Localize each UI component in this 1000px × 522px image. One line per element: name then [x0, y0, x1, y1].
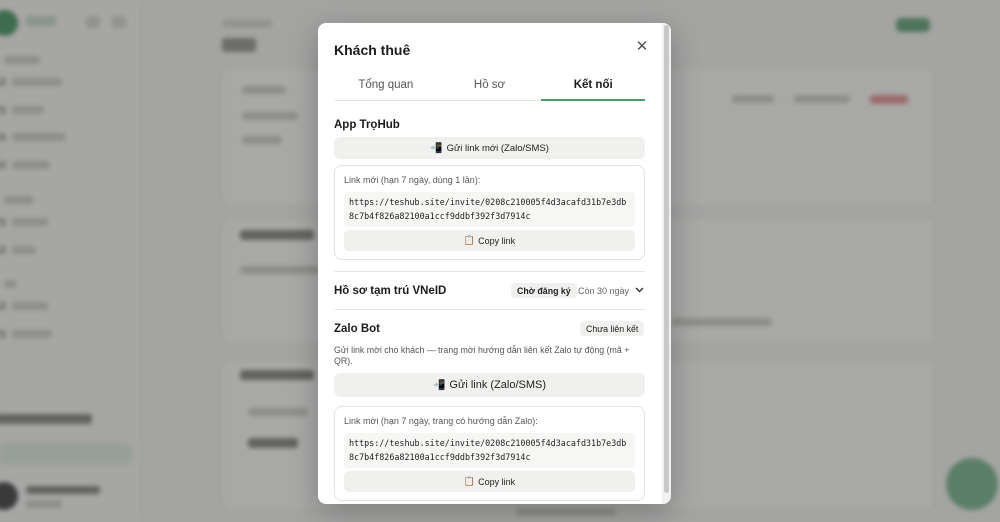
divider — [334, 271, 645, 272]
app-copy-link-label: Copy link — [478, 235, 516, 246]
close-icon: ✕ — [635, 38, 649, 55]
clipboard-icon: 📋 — [463, 476, 476, 486]
send-zalo-link-button[interactable]: 📲 Gửi link (Zalo/SMS) — [334, 373, 645, 397]
zalo-copy-link-button[interactable]: 📋 Copy link — [344, 471, 635, 492]
scrollbar-thumb[interactable] — [664, 25, 669, 493]
zalo-section-title: Zalo Bot — [334, 323, 380, 335]
send-app-link-button[interactable]: 📲 Gửi link mới (Zalo/SMS) — [334, 137, 645, 159]
tab-bar: Tổng quan Hồ sơ Kết nối — [334, 73, 645, 101]
chevron-down-icon — [635, 287, 643, 293]
mobile-arrow-icon: 📲 — [430, 142, 443, 154]
vneid-status-badge: Chờ đăng ký — [511, 283, 577, 298]
zalo-invite-link-box: Link mời (hạn 7 ngày, trang có hướng dẫn… — [334, 406, 645, 501]
vneid-section-title: Hồ sơ tạm trú VNeID — [334, 285, 447, 297]
modal-title: Khách thuê — [334, 42, 411, 58]
tab-profile[interactable]: Hồ sơ — [438, 73, 542, 100]
zalo-copy-link-label: Copy link — [478, 476, 516, 487]
send-app-link-label: Gửi link mới (Zalo/SMS) — [446, 142, 549, 154]
modal-content: Khách thuê ✕ Tổng quan Hồ sơ Kết nối App… — [318, 23, 662, 504]
app-copy-link-button[interactable]: 📋 Copy link — [344, 230, 635, 251]
modal-scrollbar[interactable] — [662, 23, 671, 504]
zalo-invite-url[interactable]: https://teshub.site/invite/0208c210005f4… — [344, 433, 635, 468]
zalo-link-caption: Link mời (hạn 7 ngày, trang có hướng dẫn… — [344, 416, 538, 426]
zalo-status-badge: Chưa liên kết — [580, 321, 645, 336]
zalo-description: Gửi link mời cho khách — trang mời hướng… — [334, 345, 630, 366]
tenant-modal: Khách thuê ✕ Tổng quan Hồ sơ Kết nối App… — [318, 23, 671, 504]
divider — [334, 309, 645, 310]
app-invite-link-box: Link mới (hạn 7 ngày, dùng 1 lần): https… — [334, 165, 645, 260]
tab-connections[interactable]: Kết nối — [541, 73, 645, 101]
send-zalo-link-label: Gửi link (Zalo/SMS) — [449, 379, 547, 391]
vneid-expand-toggle[interactable] — [632, 281, 646, 299]
vneid-remaining-days: Còn 30 ngày — [578, 286, 630, 296]
app-section-title: App TrọHub — [334, 119, 400, 131]
tab-overview[interactable]: Tổng quan — [334, 73, 438, 100]
mobile-arrow-icon: 📲 — [432, 379, 446, 391]
clipboard-icon: 📋 — [463, 235, 476, 245]
close-button[interactable]: ✕ — [632, 36, 652, 56]
app-invite-url[interactable]: https://teshub.site/invite/0208c210005f4… — [344, 192, 635, 227]
app-link-caption: Link mới (hạn 7 ngày, dùng 1 lần): — [344, 175, 481, 185]
